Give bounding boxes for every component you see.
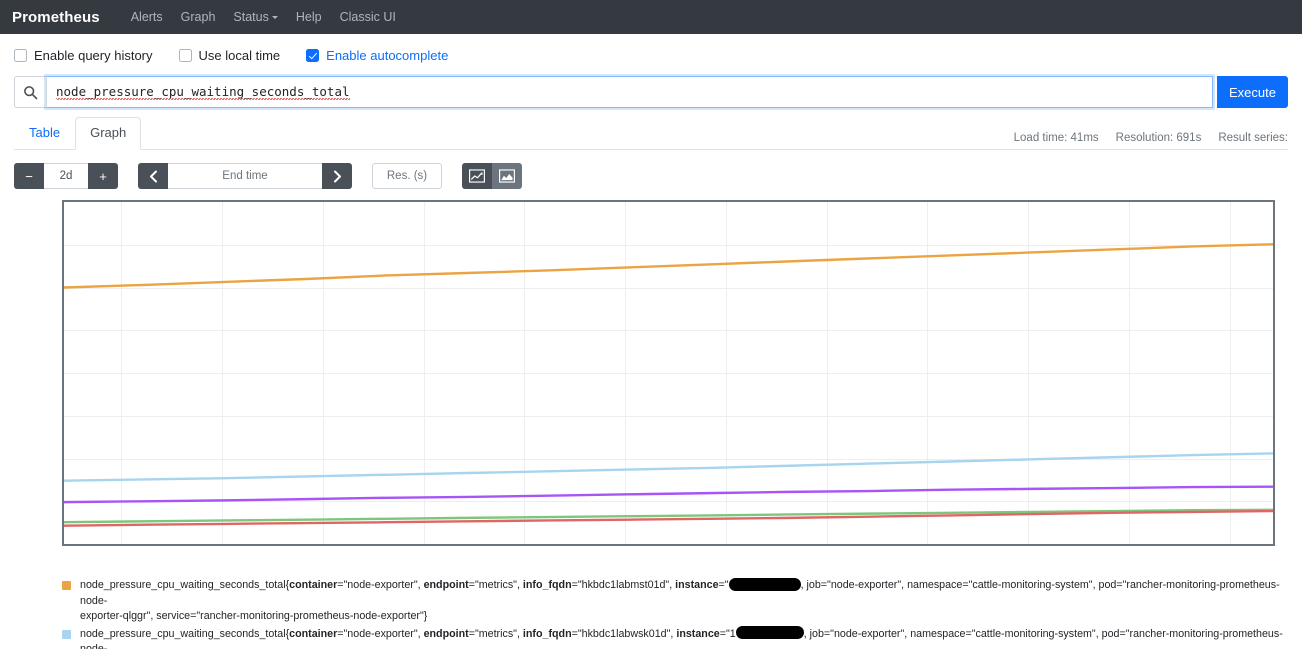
nav-link-help-label: Help bbox=[295, 10, 322, 24]
series-line bbox=[64, 487, 1273, 502]
line-chart-glyph bbox=[469, 169, 485, 183]
query-meta: Load time: 41ms Resolution: 691s Result … bbox=[1014, 132, 1288, 149]
previous-time-button[interactable] bbox=[138, 163, 168, 189]
option-enable-autocomplete-label: Enable autocomplete bbox=[326, 48, 449, 63]
series-line bbox=[64, 453, 1273, 480]
y-axis-tick-label: 70.00k bbox=[62, 324, 64, 336]
end-time-input[interactable]: End time bbox=[168, 163, 322, 189]
legend-label: node_pressure_cpu_waiting_seconds_total{… bbox=[80, 626, 1288, 649]
next-time-button[interactable] bbox=[322, 163, 352, 189]
graph-legend: node_pressure_cpu_waiting_seconds_total{… bbox=[62, 577, 1288, 649]
y-axis-tick-label: 20.00k bbox=[62, 538, 64, 546]
option-use-local-time[interactable]: Use local time bbox=[178, 48, 281, 63]
resolution-input[interactable]: Res. (s) bbox=[372, 163, 442, 189]
y-axis-tick-label: 40.00k bbox=[62, 453, 64, 465]
legend-swatch bbox=[62, 629, 71, 639]
options-row: Enable query history Use local time Enab… bbox=[0, 34, 1302, 63]
increase-range-button[interactable]: + bbox=[88, 163, 118, 189]
redaction-block bbox=[728, 577, 801, 591]
option-enable-autocomplete[interactable]: Enable autocomplete bbox=[306, 48, 448, 63]
legend-metric: node_pressure_cpu_waiting_seconds_total{ bbox=[80, 627, 290, 640]
graph-panel: 100.00k 90.00k 80.00k 70.00k 60.00k 50.00k 40.… bbox=[14, 200, 1288, 568]
graph-controls: − 2d + End time Res. (s) bbox=[14, 163, 1288, 189]
navbar: Prometheus Alerts Graph Status Help Clas… bbox=[0, 0, 1302, 34]
nav-link-graph[interactable]: Graph bbox=[172, 10, 225, 24]
option-use-local-time-label: Use local time bbox=[198, 48, 281, 63]
tab-graph[interactable]: Graph bbox=[75, 117, 142, 150]
line-chart-icon[interactable] bbox=[462, 163, 492, 189]
redaction-block bbox=[735, 626, 804, 640]
meta-result-series: Result series: bbox=[1218, 132, 1288, 144]
nav-link-classic-ui-label: Classic UI bbox=[339, 10, 396, 24]
resolution-control-group: Res. (s) bbox=[372, 163, 442, 189]
series-line bbox=[64, 511, 1273, 526]
meta-load-time: Load time: 41ms bbox=[1013, 132, 1099, 144]
nav-link-status-label: Status bbox=[233, 10, 269, 24]
checkbox-use-local-time[interactable] bbox=[178, 49, 192, 62]
plot-area[interactable]: 100.00k 90.00k 80.00k 70.00k 60.00k 50.00k 40.… bbox=[62, 200, 1275, 546]
nav-link-help[interactable]: Help bbox=[287, 10, 331, 24]
option-enable-query-history-label: Enable query history bbox=[34, 48, 153, 63]
legend-swatch bbox=[62, 581, 71, 590]
chevron-right-icon bbox=[333, 170, 341, 182]
legend-item[interactable]: node_pressure_cpu_waiting_seconds_total{… bbox=[62, 577, 1288, 625]
y-axis-tick-label: 80.00k bbox=[62, 282, 64, 294]
range-input[interactable]: 2d bbox=[44, 163, 88, 189]
nav-link-alerts[interactable]: Alerts bbox=[122, 10, 172, 24]
y-axis-tick-label: 90.00k bbox=[62, 239, 64, 251]
gridline-horizontal bbox=[64, 544, 1273, 545]
checkbox-enable-autocomplete[interactable] bbox=[306, 49, 320, 62]
execute-button[interactable]: Execute bbox=[1217, 76, 1288, 108]
legend-item[interactable]: node_pressure_cpu_waiting_seconds_total{… bbox=[62, 626, 1288, 649]
query-input-value: node_pressure_cpu_waiting_seconds_total bbox=[56, 84, 350, 100]
y-axis-tick-label: 60.00k bbox=[62, 367, 64, 379]
legend-label: node_pressure_cpu_waiting_seconds_total{… bbox=[80, 577, 1280, 623]
result-tabs: Table Graph Load time: 41ms Resolution: … bbox=[14, 117, 1288, 150]
option-enable-query-history[interactable]: Enable query history bbox=[14, 48, 153, 63]
nav-link-alerts-label: Alerts bbox=[130, 10, 163, 24]
legend-line2-1: exporter-qlggr", service="rancher-monito… bbox=[80, 610, 428, 623]
y-axis-tick-label: 30.00k bbox=[62, 495, 64, 507]
query-input[interactable]: node_pressure_cpu_waiting_seconds_total bbox=[46, 76, 1214, 108]
tab-table[interactable]: Table bbox=[14, 117, 75, 150]
stacked-area-chart-icon[interactable] bbox=[492, 163, 522, 189]
meta-resolution: Resolution: 691s bbox=[1115, 132, 1202, 144]
end-time-control-group: End time bbox=[138, 163, 352, 189]
chevron-left-icon bbox=[149, 170, 157, 182]
decrease-range-button[interactable]: − bbox=[14, 163, 44, 189]
nav-link-graph-label: Graph bbox=[180, 10, 216, 24]
series-lines bbox=[64, 202, 1273, 544]
brand-prometheus[interactable]: Prometheus bbox=[12, 9, 100, 26]
stacked-area-glyph bbox=[499, 169, 515, 183]
range-control-group: − 2d + bbox=[14, 163, 118, 189]
checkbox-enable-query-history[interactable] bbox=[14, 49, 27, 62]
nav-link-classic-ui[interactable]: Classic UI bbox=[331, 10, 405, 24]
query-row: node_pressure_cpu_waiting_seconds_total … bbox=[14, 76, 1288, 108]
nav-link-status[interactable]: Status bbox=[224, 10, 286, 24]
y-axis-tick-label: 100.00k bbox=[62, 200, 64, 208]
search-icon bbox=[14, 76, 46, 108]
legend-metric: node_pressure_cpu_waiting_seconds_total{ bbox=[80, 579, 290, 591]
chevron-down-icon bbox=[271, 16, 278, 20]
series-line bbox=[64, 244, 1273, 287]
y-axis-tick-label: 50.00k bbox=[62, 410, 64, 422]
chart-type-toggle-group bbox=[462, 163, 522, 189]
